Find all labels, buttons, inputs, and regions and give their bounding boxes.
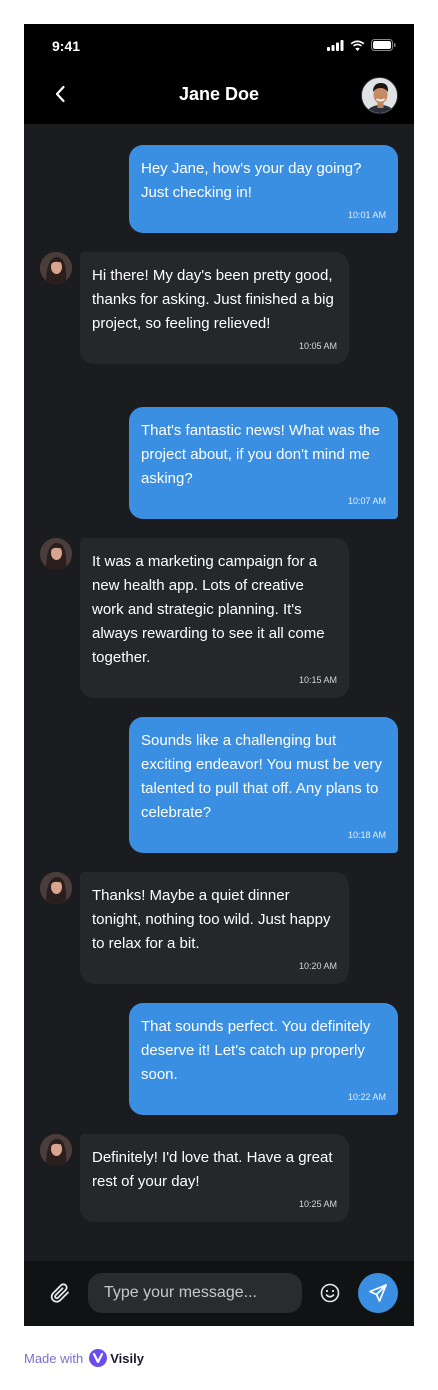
message-list[interactable]: Hey Jane, how's your day going? Just che… bbox=[24, 124, 414, 1261]
wifi-icon bbox=[350, 40, 365, 51]
message-text: Hi there! My day's been pretty good, tha… bbox=[92, 267, 334, 332]
message-text: Hey Jane, how's your day going? Just che… bbox=[141, 160, 362, 201]
status-time: 9:41 bbox=[52, 38, 81, 54]
message-time: 10:01 AM bbox=[347, 210, 386, 220]
message-bubble-received[interactable]: Hi there! My day's been pretty good, tha… bbox=[80, 252, 349, 364]
sender-avatar[interactable] bbox=[40, 872, 72, 904]
message-time: 10:25 AM bbox=[298, 1199, 337, 1209]
message-time: 10:20 AM bbox=[298, 961, 337, 971]
chat-screen: 9:41 Jane Doe Hey Jane, how's your day g… bbox=[24, 24, 414, 1326]
message-text: Thanks! Maybe a quiet dinner tonight, no… bbox=[92, 887, 331, 952]
message-time: 10:05 AM bbox=[298, 341, 337, 351]
sender-avatar[interactable] bbox=[40, 1134, 72, 1166]
send-button[interactable] bbox=[358, 1273, 398, 1313]
status-icons bbox=[327, 39, 396, 51]
message-bubble-sent[interactable]: That sounds perfect. You definitely dese… bbox=[129, 1003, 398, 1115]
avatar-image bbox=[40, 538, 72, 570]
attach-button[interactable] bbox=[48, 1281, 72, 1305]
message-time: 10:15 AM bbox=[298, 675, 337, 685]
avatar-image bbox=[40, 1134, 72, 1166]
message-text: Sounds like a challenging but exciting e… bbox=[141, 732, 382, 821]
battery-icon bbox=[371, 39, 396, 51]
sender-avatar[interactable] bbox=[40, 538, 72, 570]
made-with-label: Made with bbox=[24, 1350, 84, 1366]
signal-icon bbox=[327, 39, 344, 51]
emoji-button[interactable] bbox=[318, 1281, 342, 1305]
message-time: 10:07 AM bbox=[347, 496, 386, 506]
message-bubble-sent[interactable]: That's fantastic news! What was the proj… bbox=[129, 407, 398, 519]
message-bubble-sent[interactable]: Hey Jane, how's your day going? Just che… bbox=[129, 145, 398, 233]
message-text: It was a marketing campaign for a new he… bbox=[92, 553, 325, 666]
message-bubble-received[interactable]: Thanks! Maybe a quiet dinner tonight, no… bbox=[80, 872, 349, 984]
visily-logo-icon bbox=[89, 1349, 108, 1367]
visily-logo[interactable]: Visily bbox=[89, 1349, 144, 1367]
message-bubble-received[interactable]: Definitely! I'd love that. Have a great … bbox=[80, 1134, 349, 1222]
message-text: That's fantastic news! What was the proj… bbox=[141, 422, 380, 487]
message-time: 10:22 AM bbox=[347, 1092, 386, 1102]
chat-header: Jane Doe bbox=[24, 68, 414, 124]
contact-name: Jane Doe bbox=[178, 84, 260, 104]
avatar-image bbox=[40, 872, 72, 904]
message-input[interactable] bbox=[88, 1273, 302, 1313]
message-bubble-sent[interactable]: Sounds like a challenging but exciting e… bbox=[129, 717, 398, 853]
avatar-image bbox=[40, 252, 72, 284]
smiley-icon bbox=[320, 1283, 340, 1303]
sender-avatar[interactable] bbox=[40, 252, 72, 284]
status-bar: 9:41 bbox=[24, 24, 414, 68]
message-composer bbox=[24, 1261, 414, 1326]
avatar-image bbox=[362, 78, 397, 113]
send-icon bbox=[369, 1284, 387, 1302]
message-bubble-received[interactable]: It was a marketing campaign for a new he… bbox=[80, 538, 349, 698]
paperclip-icon bbox=[50, 1283, 69, 1303]
message-text: That sounds perfect. You definitely dese… bbox=[141, 1018, 371, 1083]
message-text: Definitely! I'd love that. Have a great … bbox=[92, 1149, 333, 1190]
visily-brand: Visily bbox=[110, 1350, 144, 1366]
contact-avatar[interactable] bbox=[361, 77, 398, 114]
message-time: 10:18 AM bbox=[347, 830, 386, 840]
footer-attribution: Made with Visily bbox=[24, 1347, 144, 1369]
